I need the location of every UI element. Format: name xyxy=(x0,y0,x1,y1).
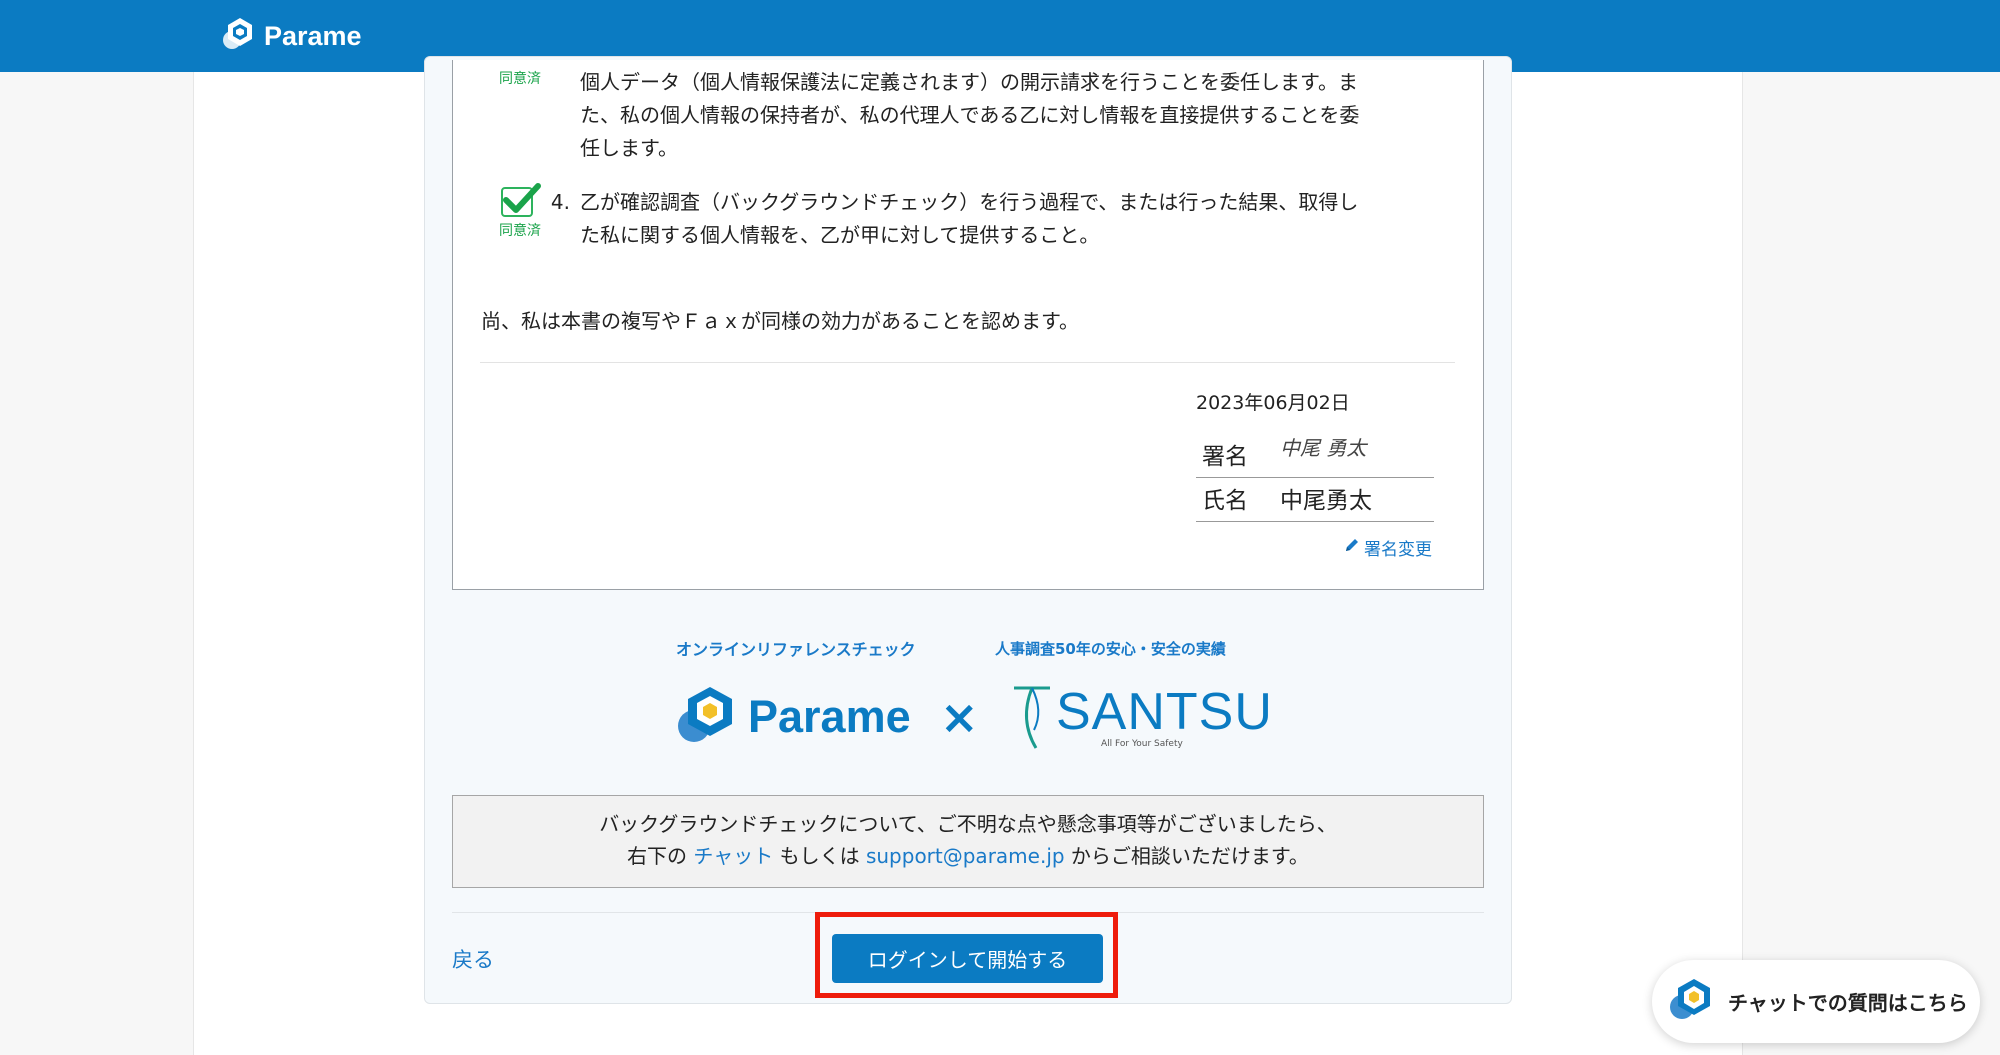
support-info-text: 右下の xyxy=(627,844,694,868)
consent-clause-4: 4. 乙が確認調査（バックグラウンドチェック）を行う過程で、または行った結果、取… xyxy=(538,186,1430,252)
santsu-brand-logo: SANTSU All For Your Safety xyxy=(1010,682,1272,752)
header-logo-text: Parame xyxy=(264,20,362,51)
clause-line: 任します。 xyxy=(580,136,678,160)
pencil-icon xyxy=(1344,537,1360,558)
brand-tagline-left: オンラインリファレンスチェック xyxy=(676,640,916,659)
clause-line: 個人データ（個人情報保護法に定義されます）の開示請求を行うことを委任します。ま xyxy=(580,70,1358,94)
clause-text: 乙が確認調査（バックグラウンドチェック）を行う過程で、または行った結果、取得し … xyxy=(580,186,1430,252)
chat-link[interactable]: チャット xyxy=(693,844,773,868)
handwritten-signature: 中尾 勇太 xyxy=(1280,436,1367,460)
parame-brand-text: Parame xyxy=(748,691,911,742)
support-info-text: からご相談いただけます。 xyxy=(1064,844,1309,868)
clause-number xyxy=(538,66,570,165)
clause-line: た私に関する個人情報を、乙が甲に対して提供すること。 xyxy=(580,223,1100,247)
santsu-tagline: All For Your Safety xyxy=(1101,739,1183,749)
change-signature-label: 署名変更 xyxy=(1364,540,1432,560)
signature-date: 2023年06月02日 xyxy=(1196,392,1350,414)
name-label: 氏名 xyxy=(1202,488,1248,514)
section-divider xyxy=(480,362,1455,363)
clause-text: 個人データ（個人情報保護法に定義されます）の開示請求を行うことを委任します。ま … xyxy=(580,66,1430,165)
clause-line: た、私の個人情報の保持者が、私の代理人である乙に対し情報を直接提供することを委 xyxy=(580,103,1360,127)
brand-times-sign: × xyxy=(940,690,979,744)
clause-number: 4. xyxy=(550,190,570,214)
signature-row: 署名 中尾 勇太 xyxy=(1196,434,1434,478)
consent-clause-3: 個人データ（個人情報保護法に定義されます）の開示請求を行うことを委任します。ま … xyxy=(538,66,1430,165)
parame-logo-icon xyxy=(1666,975,1716,1029)
brand-tagline-right: 人事調査50年の安心・安全の実績 xyxy=(995,640,1226,658)
name-row: 氏名 中尾勇太 xyxy=(1196,478,1434,522)
support-email-link[interactable]: support@parame.jp xyxy=(866,844,1065,868)
signature-label: 署名 xyxy=(1202,444,1248,470)
chat-widget-button[interactable]: チャットでの質問はこちら xyxy=(1652,960,1980,1043)
support-info-line2: 右下の チャット もしくは support@parame.jp からご相談いただ… xyxy=(453,840,1483,872)
back-link[interactable]: 戻る xyxy=(452,944,494,974)
santsu-brand-text: SANTSU xyxy=(1056,683,1273,741)
checkmark-icon xyxy=(498,183,542,222)
clause-line: 乙が確認調査（バックグラウンドチェック）を行う過程で、または行った結果、取得し xyxy=(580,190,1359,214)
chat-widget-label: チャットでの質問はこちら xyxy=(1728,991,1968,1015)
change-signature-link[interactable]: 署名変更 xyxy=(1344,535,1432,560)
header-logo[interactable]: Parame xyxy=(220,14,362,58)
copy-validity-note: 尚、私は本書の複写やＦａｘが同様の効力があることを認めます。 xyxy=(481,309,1079,333)
parame-logo-icon xyxy=(672,684,738,750)
support-info-box: バックグラウンドチェックについて、ご不明な点や懸念事項等がございましたら、 右下… xyxy=(452,795,1484,888)
support-info-text: もしくは xyxy=(773,844,866,868)
parame-brand-logo: Parame xyxy=(672,684,911,750)
login-and-start-button[interactable]: ログインして開始する xyxy=(832,934,1103,983)
parame-logo-icon xyxy=(220,16,256,56)
name-value: 中尾勇太 xyxy=(1280,488,1372,514)
santsu-logo-icon xyxy=(1010,682,1054,756)
support-info-line1: バックグラウンドチェックについて、ご不明な点や懸念事項等がございましたら、 xyxy=(599,812,1337,836)
